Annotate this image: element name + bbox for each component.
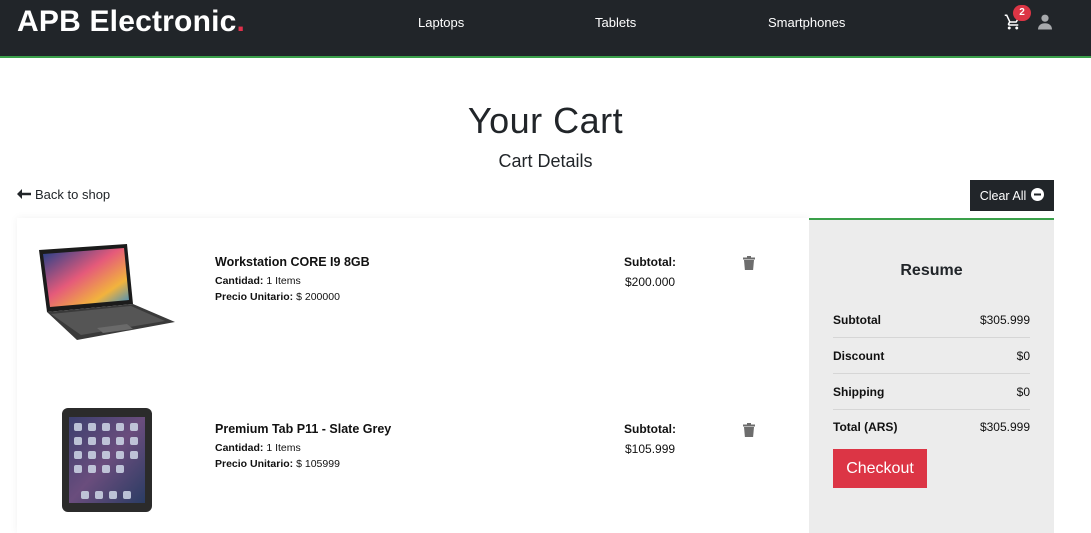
- product-quantity: Cantidad: 1 Items: [215, 275, 301, 287]
- back-to-shop-label: Back to shop: [35, 187, 111, 202]
- resume-title: Resume: [900, 262, 963, 279]
- back-to-shop-link[interactable]: Back to shop: [17, 187, 110, 202]
- product-subtotal-label: Subtotal:: [624, 422, 676, 436]
- product-quantity: Cantidad: 1 Items: [215, 442, 301, 454]
- cart-count-badge: 2: [1013, 5, 1031, 21]
- nav-link-smartphones[interactable]: Smartphones: [768, 15, 845, 30]
- cart-item: Workstation CORE I9 8GB Cantidad: 1 Item…: [17, 218, 809, 368]
- product-subtotal-label: Subtotal:: [624, 255, 676, 269]
- brand-logo[interactable]: APB Electronic.: [17, 5, 245, 39]
- trash-icon[interactable]: [743, 423, 757, 439]
- clear-all-label: Clear All: [979, 188, 1027, 203]
- trash-icon[interactable]: [743, 256, 757, 272]
- tablet-image: [61, 407, 153, 518]
- nav-link-tablets[interactable]: Tablets: [595, 15, 636, 30]
- product-unit-price: Precio Unitario: $ 200000: [215, 291, 340, 303]
- resume-row-total: Total (ARS) $305.999: [833, 420, 1030, 434]
- cart-items-panel: Workstation CORE I9 8GB Cantidad: 1 Item…: [17, 218, 809, 533]
- arrow-left-icon: [17, 187, 31, 202]
- product-subtotal-value: $200.000: [625, 275, 676, 289]
- page-title: Your Cart: [467, 100, 624, 141]
- minus-circle-icon: [1031, 187, 1045, 204]
- resume-row-shipping: Shipping $0: [833, 374, 1030, 410]
- product-name[interactable]: Workstation CORE I9 8GB: [215, 255, 370, 269]
- laptop-image: [37, 244, 177, 347]
- order-resume-panel: Resume Subtotal $305.999 Discount $0 Shipp…: [809, 218, 1054, 533]
- checkout-button[interactable]: Checkout: [833, 449, 927, 488]
- product-subtotal-value: $105.999: [625, 442, 676, 456]
- navbar: APB Electronic. Laptops Tablets Smartpho…: [0, 0, 1091, 58]
- resume-row-discount: Discount $0: [833, 338, 1030, 374]
- user-icon[interactable]: [1038, 14, 1054, 30]
- nav-link-laptops[interactable]: Laptops: [418, 15, 464, 30]
- resume-row-subtotal: Subtotal $305.999: [833, 302, 1030, 338]
- product-name[interactable]: Premium Tab P11 - Slate Grey: [215, 422, 391, 436]
- page-subtitle: Cart Details: [498, 151, 593, 171]
- clear-all-button[interactable]: Clear All: [970, 180, 1054, 211]
- cart-item: Premium Tab P11 - Slate Grey Cantidad: 1…: [17, 385, 809, 533]
- product-unit-price: Precio Unitario: $ 105999: [215, 458, 340, 470]
